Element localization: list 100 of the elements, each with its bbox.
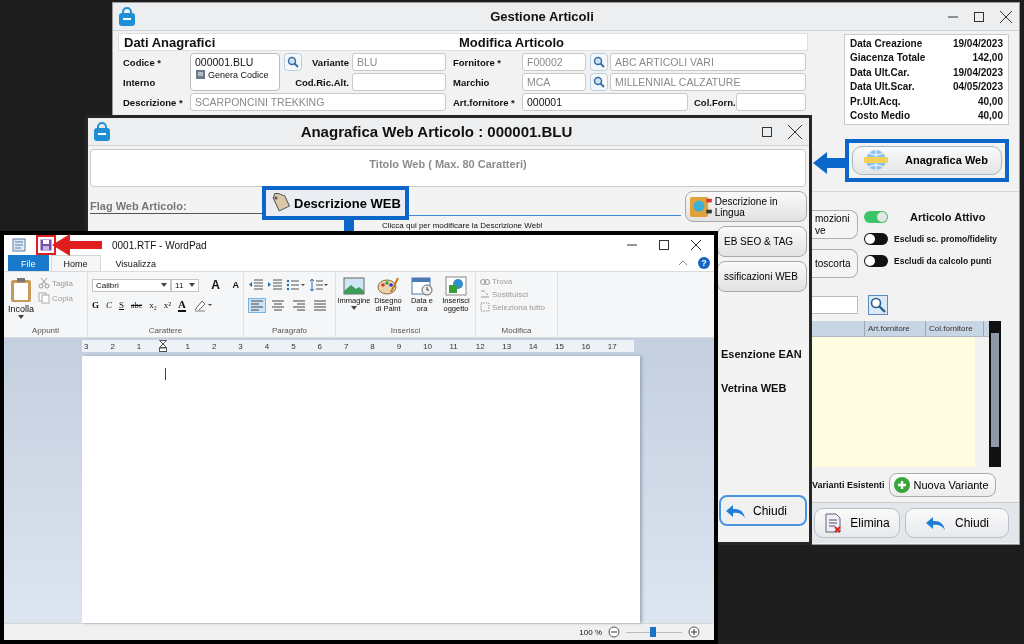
stat-label: Data Creazione (850, 38, 924, 49)
zoom-out-icon[interactable] (608, 626, 620, 638)
group-label: Paragrafo (270, 326, 309, 337)
search-icon[interactable] (284, 53, 302, 71)
ruler-number: 16 (581, 341, 592, 351)
format-button[interactable]: G (92, 300, 99, 310)
flag-label: Vetrina WEB (721, 382, 788, 394)
help-button[interactable]: ? (698, 257, 710, 269)
description-field[interactable]: SCARPONCINI TREKKING (190, 93, 446, 111)
section-title: Dati Anagrafici (123, 34, 217, 50)
group-label: Carattere (147, 326, 184, 337)
format-button[interactable]: abc (131, 300, 143, 310)
web-description-tab[interactable]: Descrizione WEB (270, 192, 401, 214)
close-icon[interactable] (999, 9, 1013, 24)
window-title: Gestione Articoli (489, 9, 595, 24)
delete-button[interactable]: Elimina (814, 508, 900, 538)
column-header: Col.fornitore (926, 321, 984, 336)
search-icon[interactable] (590, 73, 608, 91)
supplier-code-field[interactable]: F00002 (522, 53, 586, 71)
brand-code-field[interactable]: MCA (522, 73, 586, 91)
scrollbar[interactable] (989, 321, 1001, 467)
search-icon[interactable] (868, 295, 888, 315)
copy-icon (38, 292, 50, 304)
slider-thumb[interactable] (649, 627, 656, 637)
generate-code-button[interactable]: Genera Codice (195, 69, 275, 80)
close-button[interactable]: Chiudi (905, 508, 1009, 538)
ribbon-tab[interactable]: Visualizza (102, 255, 169, 271)
code-field[interactable]: 000001.BLU Genera Codice (190, 53, 280, 91)
stat-value: 19/04/2023 (952, 66, 1003, 78)
collapse-icon[interactable] (678, 259, 688, 267)
search-icon[interactable] (590, 53, 608, 71)
highlighter-icon[interactable] (192, 298, 213, 312)
indent-icon[interactable] (248, 278, 264, 292)
font-dropdown[interactable]: Calibri (92, 278, 172, 292)
supplier-name-field[interactable]: ABC ARTICOLI VARI (610, 53, 806, 71)
shrink-font-button[interactable]: A (232, 280, 239, 290)
toggle-switch[interactable] (864, 255, 888, 267)
format-button[interactable]: x² (163, 300, 171, 310)
section-title: Modifica Articolo (459, 34, 564, 50)
ribbon-tab[interactable]: File (8, 255, 49, 271)
toggle-label: Articolo Attivo (910, 211, 986, 223)
maximize-icon[interactable] (761, 125, 773, 138)
ruler-number: 2 (110, 341, 116, 351)
field-label: Fornitore * (452, 55, 503, 70)
close-button[interactable]: Chiudi (719, 495, 807, 526)
ruler-number: 7 (343, 341, 350, 351)
stat-value: 40,00 (976, 109, 1003, 121)
font-color-button[interactable]: A (178, 298, 186, 312)
paste-button[interactable]: Incolla (8, 275, 34, 326)
scissors-icon (38, 277, 50, 289)
ruler-number: 17 (607, 341, 618, 351)
toggle-label: Escludi sc. promo/fidelity (894, 234, 997, 244)
variant-field[interactable]: BLU (352, 53, 446, 71)
new-variant-button[interactable]: Nuova Variante (888, 473, 996, 497)
stat-label: Data Ult.Car. (850, 66, 911, 78)
format-button[interactable]: S (119, 300, 125, 310)
field-label: Interno (122, 75, 157, 90)
zoom-level: 100 % (579, 627, 602, 637)
language-description-button[interactable]: Descrizione in Lingua (685, 191, 807, 222)
indent-icon[interactable] (267, 278, 283, 292)
zoom-in-icon[interactable] (688, 626, 700, 638)
format-button[interactable]: x₂ (149, 300, 157, 310)
maximize-icon[interactable] (658, 239, 670, 251)
shapes-icon (445, 276, 467, 296)
web-registry-button[interactable]: Anagrafica Web (852, 145, 1002, 175)
plus-icon (893, 477, 910, 493)
input-field[interactable] (736, 93, 806, 111)
search-field[interactable] (812, 296, 858, 314)
ruler-number: 6 (317, 341, 323, 351)
close-icon[interactable] (690, 239, 702, 251)
clipboard-icon (10, 277, 32, 303)
indent-marker-icon[interactable] (159, 340, 168, 352)
document-icon (195, 69, 206, 80)
supplier-article-field[interactable]: 000001 (522, 93, 688, 111)
web-button[interactable]: ssificazioni WEB (717, 261, 807, 292)
variants-label: Varianti Esistenti (812, 480, 885, 490)
side-button[interactable]: toscorta (812, 249, 858, 278)
side-button[interactable]: mozioni ve (812, 210, 858, 239)
input-field[interactable] (352, 73, 446, 91)
font-size-dropdown[interactable]: 11 (171, 278, 199, 292)
line-spacing-icon[interactable] (309, 278, 329, 292)
field-label: Marchio (452, 75, 491, 90)
ruler-number: 11 (449, 341, 459, 351)
hint-text: Clicca qui per modificare la Descrizione Web! (382, 221, 544, 230)
web-button[interactable]: EB SEO & TAG (717, 226, 807, 257)
toggle-switch[interactable] (864, 211, 888, 223)
ruler-number: 3 (238, 341, 244, 351)
list-icon[interactable] (286, 278, 306, 292)
ribbon-tab[interactable]: Home (50, 255, 101, 271)
toggle-switch[interactable] (864, 233, 888, 245)
text-cursor (165, 368, 166, 380)
stat-value: 40,00 (976, 95, 1003, 107)
caret-icon (18, 315, 24, 319)
brand-name-field[interactable]: MILLENNIAL CALZATURE (610, 73, 806, 91)
maximize-icon[interactable] (973, 10, 985, 23)
format-button[interactable]: C (106, 300, 113, 310)
grow-font-button[interactable]: A (201, 278, 230, 292)
tag-icon (270, 193, 292, 213)
close-icon[interactable] (787, 123, 803, 140)
ruler-number: 3 (84, 341, 90, 351)
